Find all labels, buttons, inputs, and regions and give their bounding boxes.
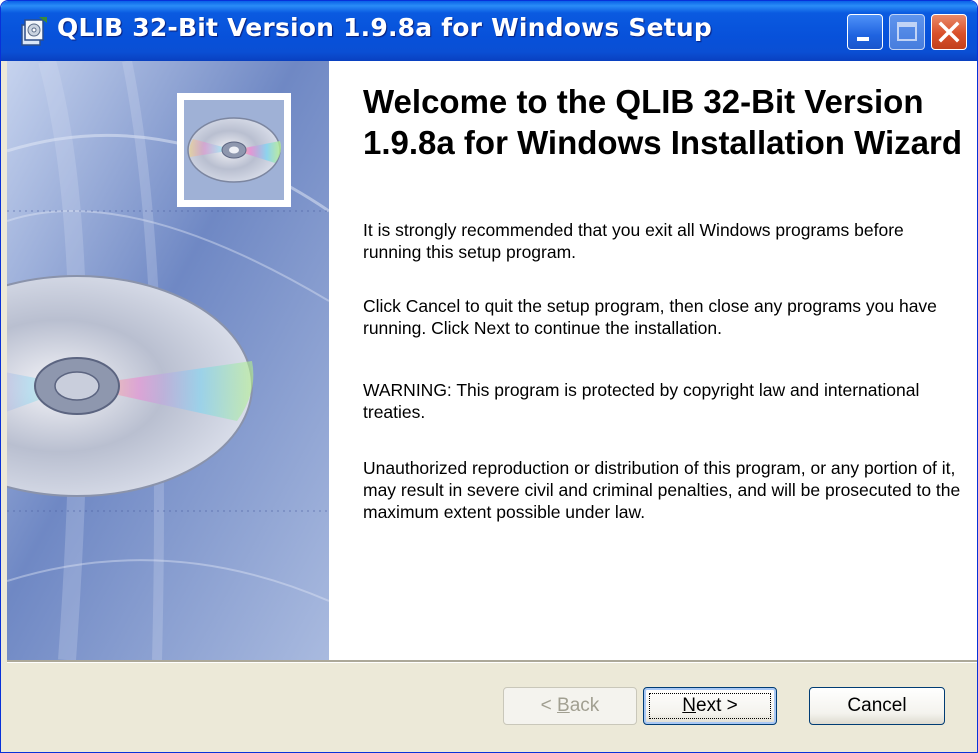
cancel-button-label: Cancel — [847, 695, 907, 716]
back-button-prefix: < — [540, 695, 558, 716]
back-button-accel: B — [557, 695, 570, 716]
welcome-heading: Welcome to the QLIB 32-Bit Version 1.9.8… — [363, 83, 962, 161]
instructions-text: Click Cancel to quit the setup program, … — [363, 296, 937, 338]
back-button[interactable]: < Back — [503, 687, 637, 725]
maximize-button[interactable] — [889, 14, 925, 50]
warning-text: WARNING: This program is protected by co… — [363, 380, 920, 422]
wizard-side-banner — [7, 61, 329, 660]
window-title: QLIB 32-Bit Version 1.9.8a for Windows S… — [57, 13, 713, 42]
legal-text: Unauthorized reproduction or distributio… — [363, 458, 961, 522]
title-bar[interactable]: QLIB 32-Bit Version 1.9.8a for Windows S… — [1, 1, 977, 61]
back-button-label: ack — [569, 695, 600, 716]
footer-divider — [7, 660, 977, 663]
focus-rectangle — [649, 693, 771, 719]
setup-app-icon — [21, 17, 47, 46]
recommendation-text: It is strongly recommended that you exit… — [363, 220, 904, 262]
minimize-icon — [857, 37, 869, 41]
cancel-button[interactable]: Cancel — [809, 687, 945, 725]
wizard-content: Welcome to the QLIB 32-Bit Version 1.9.8… — [329, 61, 977, 660]
minimize-button[interactable] — [847, 14, 883, 50]
close-icon — [938, 21, 960, 43]
setup-window: QLIB 32-Bit Version 1.9.8a for Windows S… — [0, 0, 978, 753]
cd-disc-icon — [7, 61, 329, 660]
next-button[interactable]: Next > — [643, 687, 777, 725]
maximize-icon — [897, 22, 917, 41]
close-button[interactable] — [931, 14, 967, 50]
